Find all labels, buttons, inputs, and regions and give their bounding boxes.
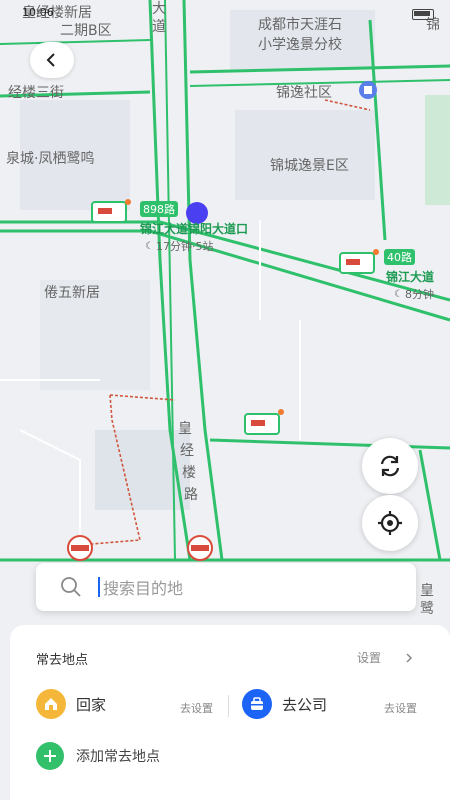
crosshair-icon [378,511,402,535]
search-input[interactable]: 搜索目的地 [103,575,183,599]
bus-eta: ☾ 17分钟·5站 [145,240,214,253]
map-label: 道 [152,19,166,35]
refresh-button[interactable] [362,438,418,494]
bus-route-badge[interactable]: 40路 [384,249,415,265]
map-label: 泉城·凤栖鹭鸣 [6,151,95,167]
work-entry[interactable]: 去公司 [242,689,327,719]
search-bar[interactable]: 搜索目的地 [36,563,416,611]
map-label: 倦五新居 [44,285,100,301]
work-set-link[interactable]: 去设置 [384,700,417,716]
text-cursor [98,577,100,597]
map-label: 锦城逸景E区 [270,158,349,174]
map-label: 路 [184,487,198,503]
map-label: 成都市天涯石 [258,17,342,33]
map-label: 鹭 [420,601,434,617]
add-place-button[interactable]: 添加常去地点 [36,742,160,770]
chevron-right-icon [406,652,413,663]
map-label: 皇 [178,421,192,437]
bus-marker[interactable] [339,249,379,274]
map-label: 二期B区 [60,23,112,39]
home-set-link[interactable]: 去设置 [180,700,213,716]
refresh-icon [380,455,400,477]
briefcase-icon [242,689,272,719]
frequent-places-panel: 常去地点 设置 回家 去设置 去公司 去设置 添加常去地点 [10,625,450,800]
bus-route-badge[interactable]: 898路 [140,201,178,217]
map-label: 皇 [420,583,434,599]
chevron-left-icon [46,53,55,67]
map-label: 楼 [182,465,196,481]
locate-button[interactable] [362,495,418,551]
battery-icon [412,9,434,20]
no-entry-icon [67,535,93,561]
plus-icon [36,742,64,770]
back-button[interactable] [30,42,74,78]
bus-marker[interactable] [91,199,131,223]
divider [228,695,229,717]
home-entry[interactable]: 回家 [36,689,106,719]
bus-stop-label[interactable]: 锦江大道锦阳大道口 [140,220,248,237]
clock-icon: ☾ [145,240,154,252]
map-label: 小学逸景分校 [258,37,342,53]
bus-eta: ☾ 8分钟 [394,288,434,301]
bus-stop-label[interactable]: 锦江大道 [386,268,434,285]
community-pin-icon [359,81,377,99]
status-time: 10:06 [22,6,54,19]
no-entry-icon [187,535,213,561]
search-icon [61,577,81,597]
map-label: 锦逸社区 [276,85,332,101]
home-icon [36,689,66,719]
map-label: 经楼三街 [8,85,64,101]
map-label: 经 [180,443,194,459]
clock-icon: ☾ [394,288,403,300]
panel-title: 常去地点 [36,653,89,668]
settings-link[interactable]: 设置 [357,649,415,666]
